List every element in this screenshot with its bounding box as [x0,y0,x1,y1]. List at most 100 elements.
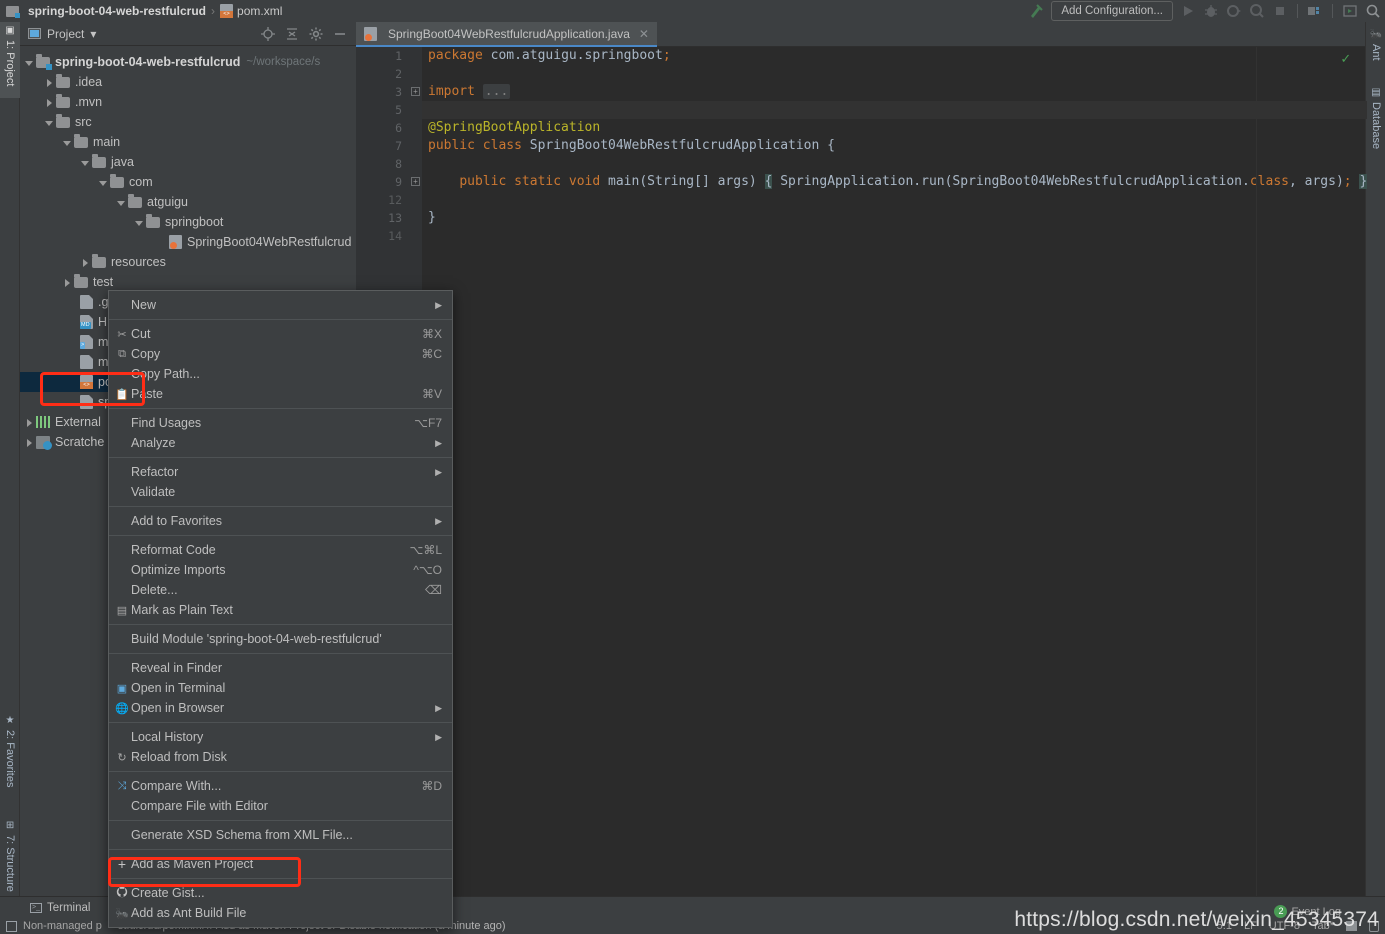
editor-tabs-filler [656,22,1365,47]
tree-row-java[interactable]: java [20,152,356,172]
settings-gear-icon[interactable] [309,27,323,41]
menu-item-open-in-browser[interactable]: 🌐 Open in Browser ▶ [109,698,452,718]
menu-item-copy[interactable]: ⧉ Copy ⌘C [109,344,452,364]
menu-item-delete[interactable]: Delete... ⌫ [109,580,452,600]
locate-icon[interactable] [261,26,275,41]
context-menu[interactable]: New ▶ ✂ Cut ⌘X ⧉ Copy ⌘C Copy Path... 📋 … [108,290,453,928]
chevron-down-icon[interactable]: ▾ [90,27,96,41]
sidebar-item-ant[interactable]: 🐜 Ant [1366,26,1385,78]
menu-item-add-as-ant-build-file[interactable]: 🐜 Add as Ant Build File [109,903,452,923]
fold-toggle-imports[interactable]: + [411,87,420,96]
chevron-right-icon[interactable] [24,437,35,448]
close-icon[interactable]: ✕ [639,27,649,41]
menu-item-new[interactable]: New ▶ [109,295,452,315]
code-content[interactable]: package com.atguigu.springboot; import .… [422,47,1368,896]
menu-item-find-usages[interactable]: Find Usages ⌥F7 [109,413,452,433]
menu-item-compare-with[interactable]: ⤨ Compare With... ⌘D [109,776,452,796]
menu-separator [109,722,452,723]
tree-row-atguigu[interactable]: atguigu [20,192,356,212]
fold-toggle-main[interactable]: + [411,177,420,186]
project-view-selector[interactable]: Project ▾ [28,27,96,41]
collapsed-imports[interactable]: ... [482,84,511,99]
inspection-ok-icon[interactable]: ✓ [1340,51,1351,67]
chevron-down-icon[interactable] [62,137,73,148]
chevron-down-icon[interactable] [80,157,91,168]
chevron-right-icon[interactable] [44,97,55,108]
sidebar-item-database[interactable]: ▤ Database [1366,84,1385,166]
breadcrumb-label-project: spring-boot-04-web-restfulcrud [28,4,207,18]
menu-item-reformat-code[interactable]: Reformat Code ⌥⌘L [109,540,452,560]
chevron-down-icon[interactable] [116,197,127,208]
sidebar-item-project[interactable]: ▣ 1: Project [0,22,20,98]
menu-item-build-module[interactable]: Build Module 'spring-boot-04-web-restful… [109,629,452,649]
menu-item-add-to-favorites[interactable]: Add to Favorites ▶ [109,511,452,531]
sidebar-item-favorites[interactable]: ★ 2: Favorites [0,712,20,808]
tree-row-idea[interactable]: .idea [20,72,356,92]
menu-item-create-gist[interactable]: Create Gist... [109,883,452,903]
project-widget-icon[interactable] [6,920,17,932]
chevron-right-icon[interactable] [44,77,55,88]
menu-shortcut: ⌘C [421,347,442,361]
folder-icon [74,273,88,288]
menu-item-cut[interactable]: ✂ Cut ⌘X [109,324,452,344]
sidebar-item-structure[interactable]: ⊞ 7: Structure [0,817,20,907]
menu-item-local-history[interactable]: Local History ▶ [109,727,452,747]
menu-item-generate-xsd-schema[interactable]: Generate XSD Schema from XML File... [109,825,452,845]
tree-row-springboot[interactable]: springboot [20,212,356,232]
tree-row-main[interactable]: main [20,132,356,152]
menu-item-copy-path[interactable]: Copy Path... [109,364,452,384]
add-configuration-button[interactable]: Add Configuration... [1051,1,1173,21]
chevron-down-icon[interactable] [134,217,145,228]
debug-icon[interactable] [1203,3,1219,19]
menu-label: Create Gist... [131,886,205,900]
menu-item-mark-as-plain-text[interactable]: ▤ Mark as Plain Text [109,600,452,620]
chevron-right-icon[interactable] [24,417,35,428]
chevron-right-icon[interactable] [80,257,91,268]
code-line-9: public static void main(String[] args) {… [459,174,1368,189]
search-everywhere-icon[interactable] [1365,3,1381,19]
chevron-down-icon[interactable] [98,177,109,188]
menu-item-analyze[interactable]: Analyze ▶ [109,433,452,453]
editor-tab-application-java[interactable]: SpringBoot04WebRestfulcrudApplication.ja… [356,22,657,47]
run-icon[interactable] [1180,3,1196,19]
menu-separator [109,319,452,320]
breadcrumb-item-file[interactable]: pom.xml [220,4,282,18]
run-coverage-icon[interactable] [1226,3,1242,19]
menu-item-validate[interactable]: Validate [109,482,452,502]
menu-item-add-as-maven-project[interactable]: + Add as Maven Project [109,854,452,874]
menu-item-open-in-terminal[interactable]: ▣ Open in Terminal [109,678,452,698]
tree-row-src[interactable]: src [20,112,356,132]
tree-row-mvn[interactable]: .mvn [20,92,356,112]
menu-item-refactor[interactable]: Refactor ▶ [109,462,452,482]
chevron-right-icon[interactable] [62,277,73,288]
submenu-arrow-icon: ▶ [435,731,442,742]
menu-item-reload-from-disk[interactable]: ↻ Reload from Disk [109,747,452,767]
tree-row-application-class[interactable]: SpringBoot04WebRestfulcrud [20,232,356,252]
ide-window: spring-boot-04-web-restfulcrud › pom.xml… [0,0,1385,934]
project-structure-icon[interactable] [1307,3,1323,19]
chevron-down-icon[interactable] [24,57,35,68]
select-run-icon[interactable] [1342,3,1358,19]
collapse-all-icon[interactable] [285,27,299,41]
menu-item-optimize-imports[interactable]: Optimize Imports ^⌥O [109,560,452,580]
tree-row-project-root[interactable]: spring-boot-04-web-restfulcrud ~/workspa… [20,52,356,72]
profile-icon[interactable] [1249,3,1265,19]
chevron-down-icon[interactable] [44,117,55,128]
stop-icon[interactable] [1272,3,1288,19]
tree-row-com[interactable]: com [20,172,356,192]
menu-item-compare-file-with-editor[interactable]: Compare File with Editor [109,796,452,816]
line-number: 7 [395,139,402,153]
editor-area: SpringBoot04WebRestfulcrudApplication.ja… [356,22,1368,896]
build-hammer-icon[interactable] [1028,3,1044,19]
bottom-tab-terminal[interactable]: >_ Terminal [0,902,98,914]
code-line-7: public class SpringBoot04WebRestfulcrudA… [428,138,835,153]
code-editor[interactable]: 1 2 3 5 6 7 8 9 12 13 14 + + package com… [356,47,1368,896]
breadcrumb-item-project[interactable]: spring-boot-04-web-restfulcrud [6,4,206,18]
hide-icon[interactable] [333,27,347,41]
tree-row-test[interactable]: test [20,272,356,292]
terminal-icon: >_ [30,902,42,913]
menu-item-reveal-in-finder[interactable]: Reveal in Finder [109,658,452,678]
menu-item-paste[interactable]: 📋 Paste ⌘V [109,384,452,404]
tree-row-resources[interactable]: resources [20,252,356,272]
submenu-arrow-icon: ▶ [435,437,442,448]
